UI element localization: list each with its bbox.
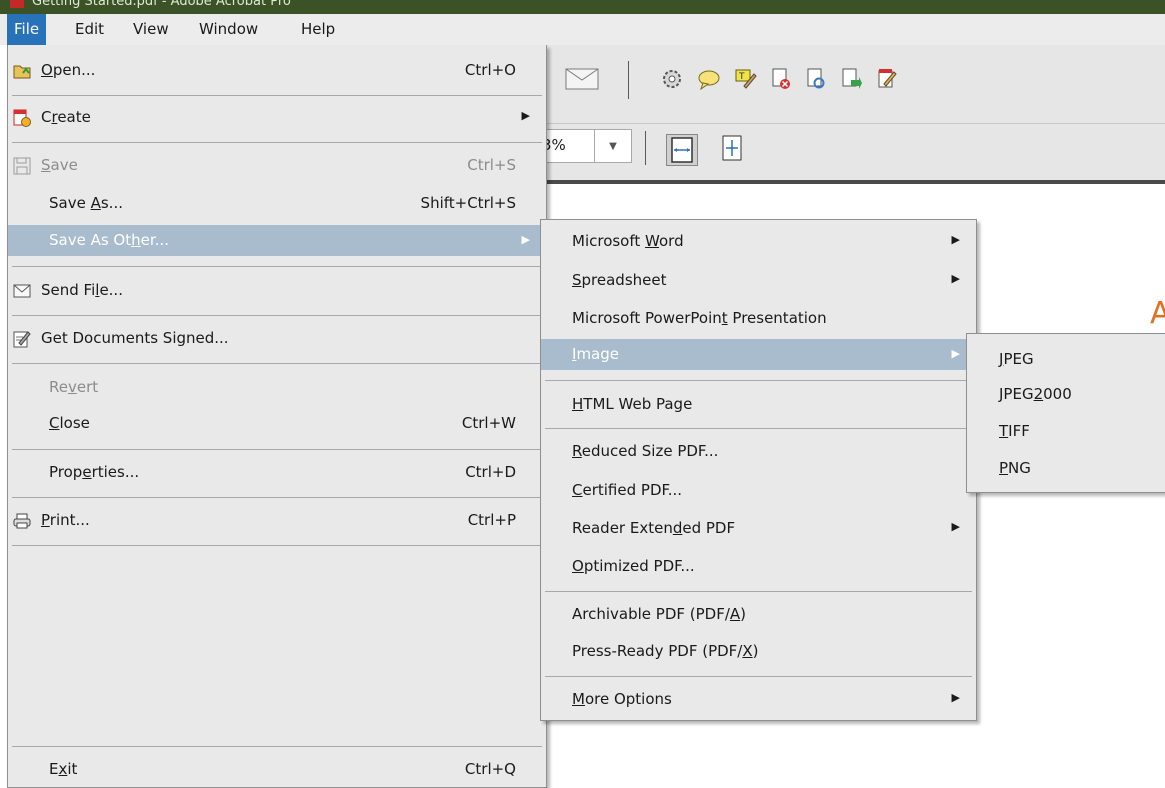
rotate-page-icon[interactable] xyxy=(802,65,830,93)
menu-view[interactable]: View xyxy=(126,14,176,45)
comment-icon[interactable] xyxy=(695,65,723,93)
menu-edit[interactable]: Edit xyxy=(68,14,111,45)
submenu-arrow-icon: ▶ xyxy=(951,520,960,533)
shortcut-label: Ctrl+D xyxy=(465,463,516,481)
submenu-arrow-icon: ▶ xyxy=(951,691,960,704)
menu-window[interactable]: Window xyxy=(192,14,265,45)
toolbar: T 3% ▼ xyxy=(540,45,1165,184)
menu-help[interactable]: Help xyxy=(294,14,342,45)
shortcut-label: Ctrl+P xyxy=(467,511,516,529)
menu-item-certified-pdf[interactable]: Certified PDF... xyxy=(541,477,976,505)
menu-separator xyxy=(545,428,972,429)
menu-item-powerpoint[interactable]: Microsoft PowerPoint Presentation xyxy=(541,305,976,333)
menu-item-optimized-pdf[interactable]: Optimized PDF... xyxy=(541,553,976,581)
menu-bar: File Edit View Window Help xyxy=(0,14,1165,45)
menu-item-archivable-pdf[interactable]: Archivable PDF (PDF/A) xyxy=(541,601,976,629)
highlight-icon[interactable]: T xyxy=(732,65,760,93)
delete-page-icon[interactable] xyxy=(767,65,795,93)
menu-item-revert[interactable]: Revert xyxy=(8,374,546,402)
menu-item-save-as-other[interactable]: Save As Other... ▶ xyxy=(8,225,546,256)
submenu-arrow-icon: ▶ xyxy=(521,109,530,122)
shortcut-label: Ctrl+O xyxy=(464,61,516,79)
menu-item-spreadsheet[interactable]: Spreadsheet ▶ xyxy=(541,267,976,295)
menu-separator xyxy=(12,363,542,364)
menu-separator xyxy=(12,95,542,96)
menu-item-reader-extended-pdf[interactable]: Reader Extended PDF ▶ xyxy=(541,515,976,543)
menu-item-print[interactable]: Print... Ctrl+P xyxy=(8,507,546,535)
menu-item-save-as[interactable]: Save As... Shift+Ctrl+S xyxy=(8,190,546,218)
menu-separator xyxy=(545,380,972,381)
menu-separator xyxy=(12,266,542,267)
menu-item-properties[interactable]: Properties... Ctrl+D xyxy=(8,459,546,487)
file-menu: Open... Ctrl+O Create ▶ Save Ctrl+S Save… xyxy=(7,45,547,788)
email-icon[interactable] xyxy=(564,65,600,93)
window-title: Getting Started.pdf - Adobe Acrobat Pro xyxy=(32,0,291,9)
menu-item-save[interactable]: Save Ctrl+S xyxy=(8,152,546,180)
toolbar-separator xyxy=(628,61,629,99)
menu-item-reduced-size-pdf[interactable]: Reduced Size PDF... xyxy=(541,438,976,466)
fit-width-icon[interactable] xyxy=(666,134,698,166)
menu-item-jpeg2000[interactable]: JPEG2000 xyxy=(967,381,1165,409)
submenu-arrow-icon: ▶ xyxy=(521,233,530,246)
title-bar: Getting Started.pdf - Adobe Acrobat Pro xyxy=(0,0,1165,14)
edit-pdf-icon[interactable] xyxy=(873,65,901,93)
shortcut-label: Ctrl+W xyxy=(461,414,516,432)
menu-separator xyxy=(545,591,972,592)
menu-item-open[interactable]: Open... Ctrl+O xyxy=(8,57,546,85)
fit-page-icon[interactable] xyxy=(718,134,746,162)
envelope-icon xyxy=(13,282,31,300)
image-submenu: JPEG JPEG2000 TIFF PNG xyxy=(966,333,1165,493)
menu-separator xyxy=(12,545,542,546)
extract-page-icon[interactable] xyxy=(837,65,865,93)
menu-separator xyxy=(12,315,542,316)
menu-item-exit[interactable]: Exit Ctrl+Q xyxy=(8,756,546,784)
menu-item-get-documents-signed[interactable]: Get Documents Signed... xyxy=(8,325,546,353)
submenu-arrow-icon: ▶ xyxy=(951,272,960,285)
acrobat-app-icon xyxy=(10,0,24,8)
menu-item-jpeg[interactable]: JPEG xyxy=(967,346,1165,374)
menu-file[interactable]: File xyxy=(7,14,47,45)
save-icon xyxy=(13,157,31,175)
menu-item-more-options[interactable]: More Options ▶ xyxy=(541,686,976,714)
document-text-fragment: A xyxy=(1150,296,1165,331)
menu-item-tiff[interactable]: TIFF xyxy=(967,418,1165,446)
menu-item-send-file[interactable]: Send File... xyxy=(8,277,546,305)
save-as-other-submenu: Microsoft Word ▶ Spreadsheet ▶ Microsoft… xyxy=(540,219,977,721)
menu-item-microsoft-word[interactable]: Microsoft Word ▶ xyxy=(541,228,976,256)
menu-item-html-web-page[interactable]: HTML Web Page xyxy=(541,391,976,419)
submenu-arrow-icon: ▶ xyxy=(951,233,960,246)
shortcut-label: Shift+Ctrl+S xyxy=(420,194,516,212)
submenu-arrow-icon: ▶ xyxy=(951,347,960,360)
menu-separator xyxy=(12,497,542,498)
zoom-field[interactable]: 3% ▼ xyxy=(540,129,632,163)
menu-separator xyxy=(12,746,542,747)
menu-item-image[interactable]: Image ▶ xyxy=(541,339,976,370)
menu-item-press-ready-pdf[interactable]: Press-Ready PDF (PDF/X) xyxy=(541,638,976,666)
sign-document-icon xyxy=(13,330,31,348)
toolbar-separator xyxy=(645,131,646,165)
menu-separator xyxy=(545,676,972,677)
gear-icon[interactable] xyxy=(658,65,686,93)
create-pdf-icon xyxy=(13,109,31,127)
toolbar-divider xyxy=(540,123,1165,124)
svg-text:T: T xyxy=(738,72,745,82)
folder-open-icon xyxy=(13,62,31,80)
shortcut-label: Ctrl+Q xyxy=(464,760,516,778)
chevron-down-icon[interactable]: ▼ xyxy=(594,130,631,162)
menu-item-create[interactable]: Create ▶ xyxy=(8,104,546,132)
menu-separator xyxy=(12,142,542,143)
menu-item-png[interactable]: PNG xyxy=(967,455,1165,483)
printer-icon xyxy=(13,512,31,530)
menu-item-close[interactable]: Close Ctrl+W xyxy=(8,410,546,438)
menu-separator xyxy=(12,449,542,450)
shortcut-label: Ctrl+S xyxy=(467,156,516,174)
